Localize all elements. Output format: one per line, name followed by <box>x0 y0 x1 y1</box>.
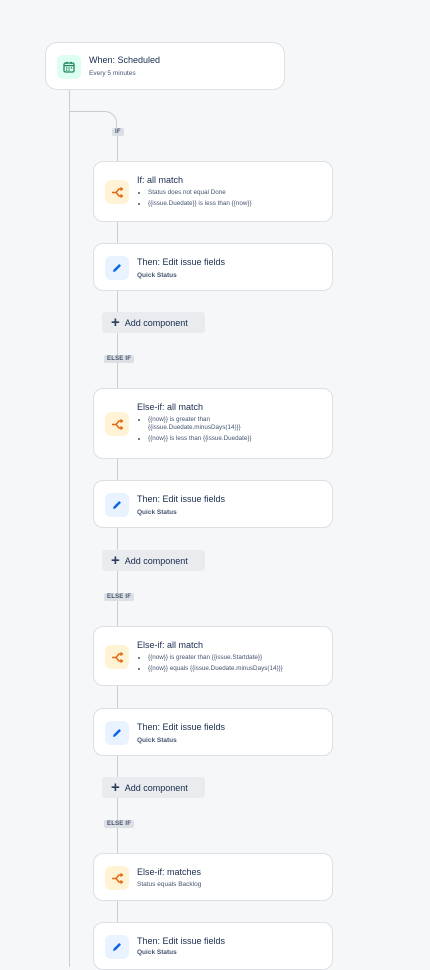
condition-list: {{now}} is greater than {{issue.Startdat… <box>137 654 283 676</box>
condition-item: {{now}} is greater than {{issue.Duedate.… <box>148 416 273 432</box>
rule-canvas: When: Scheduled Every 5 minutes IF If: a… <box>0 0 430 970</box>
condition-card[interactable]: Else-if: matches Status equals Backlog <box>93 853 333 901</box>
trigger-title: When: Scheduled <box>89 55 161 65</box>
action-subtitle: Quick Status <box>137 949 177 956</box>
action-title: Then: Edit issue fields <box>137 257 226 267</box>
action-title: Then: Edit issue fields <box>137 494 226 504</box>
action-card[interactable]: Then: Edit issue fields Quick Status <box>93 243 333 291</box>
condition-title: Else-if: all match <box>137 640 204 650</box>
branch-label-else-if: ELSE IF <box>104 355 135 363</box>
trigger-subtitle: Every 5 minutes <box>89 70 136 77</box>
branch-icon <box>105 645 129 669</box>
add-component-button[interactable]: + Add component <box>102 777 205 798</box>
condition-item: {{now}} is greater than {{issue.Startdat… <box>148 654 283 662</box>
action-card[interactable]: Then: Edit issue fields Quick Status <box>93 708 333 756</box>
branch-icon <box>105 412 129 436</box>
branch-icon <box>105 866 129 890</box>
condition-title: If: all match <box>137 175 184 185</box>
pencil-icon <box>105 256 129 280</box>
plus-icon: + <box>111 779 120 796</box>
branch-connector-curve <box>69 111 117 131</box>
branch-label-else-if: ELSE IF <box>104 820 135 828</box>
pencil-icon <box>105 493 129 517</box>
pencil-icon <box>105 721 129 745</box>
branch-label-if: IF <box>112 128 124 136</box>
add-component-button[interactable]: + Add component <box>102 312 205 333</box>
condition-card[interactable]: If: all match Status does not equal Done… <box>93 161 333 222</box>
plus-icon: + <box>111 552 120 569</box>
add-component-label: Add component <box>124 555 188 566</box>
condition-title: Else-if: all match <box>137 402 204 412</box>
add-component-label: Add component <box>124 782 188 793</box>
action-title: Then: Edit issue fields <box>137 722 226 732</box>
calendar-icon <box>57 55 81 79</box>
action-subtitle: Quick Status <box>137 737 177 744</box>
trigger-card[interactable]: When: Scheduled Every 5 minutes <box>45 42 285 90</box>
condition-card[interactable]: Else-if: all match {{now}} is greater th… <box>93 388 333 459</box>
condition-item: {{now}} is less than {{issue.Duedate}} <box>148 435 273 443</box>
action-subtitle: Quick Status <box>137 509 177 516</box>
action-card[interactable]: Then: Edit issue fields Quick Status <box>93 480 333 528</box>
condition-item: Status does not equal Done <box>148 189 252 197</box>
condition-subtitle: Status equals Backlog <box>137 881 202 888</box>
condition-item: {{issue.Duedate}} is less than {{now}} <box>148 200 252 208</box>
action-subtitle: Quick Status <box>137 272 177 279</box>
add-component-label: Add component <box>124 317 188 328</box>
condition-title: Else-if: matches <box>137 867 202 877</box>
plus-icon: + <box>111 314 120 331</box>
main-connector-line <box>69 90 70 967</box>
condition-list: {{now}} is greater than {{issue.Duedate.… <box>137 416 273 446</box>
pencil-icon <box>105 935 129 959</box>
branch-icon <box>105 180 129 204</box>
add-component-button[interactable]: + Add component <box>102 550 205 571</box>
action-card[interactable]: Then: Edit issue fields Quick Status <box>93 922 333 970</box>
condition-item: {{now}} equals {{issue.Duedate.minusDays… <box>148 665 283 673</box>
condition-card[interactable]: Else-if: all match {{now}} is greater th… <box>93 626 333 686</box>
condition-list: Status does not equal Done {{issue.Dueda… <box>137 189 252 211</box>
action-title: Then: Edit issue fields <box>137 936 226 946</box>
branch-label-else-if: ELSE IF <box>104 593 135 601</box>
